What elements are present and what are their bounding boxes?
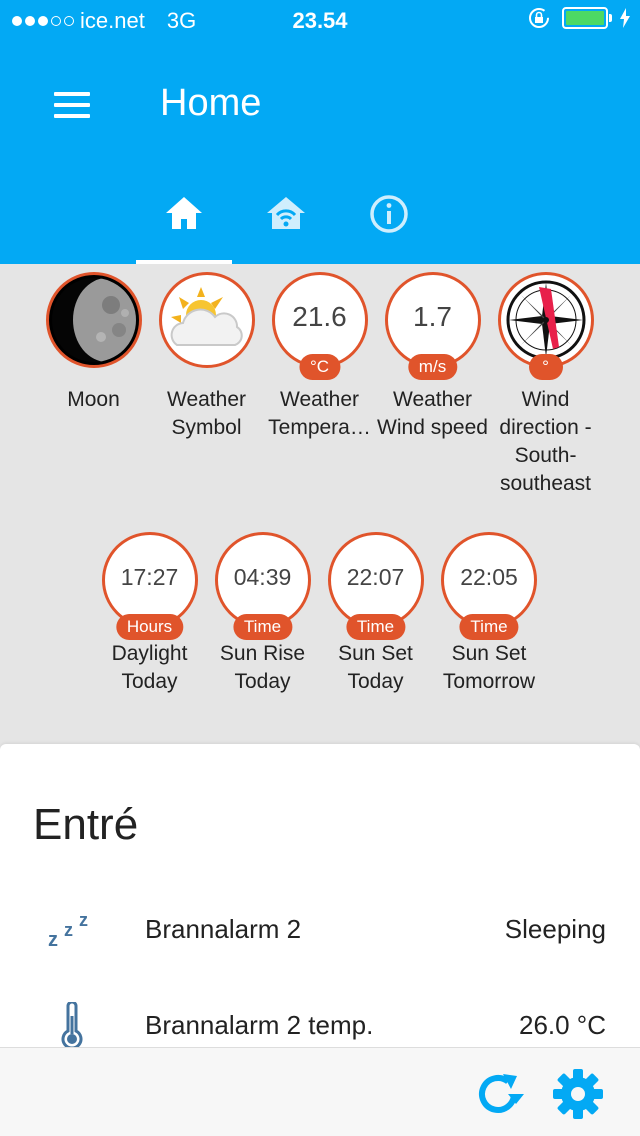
card-title: Entré (33, 800, 139, 849)
badge-unit: Time (232, 614, 293, 640)
group-card: Entré z z z Brannalarm 2 Sleeping Branna… (0, 744, 640, 1064)
rotation-lock-icon (529, 8, 549, 28)
cloud-sun-icon (170, 287, 243, 346)
tab-network[interactable] (238, 188, 334, 264)
moon-icon (51, 278, 136, 362)
tile-label: Sun Set Tomorrow (442, 642, 536, 693)
moon-badge (45, 272, 142, 368)
badge-unit: Time (345, 614, 406, 640)
charging-icon (620, 8, 630, 28)
tile-weather-symbol[interactable]: Weather Symbol (150, 272, 263, 442)
tab-info[interactable] (341, 188, 437, 264)
tile-label: Weather Wind speed (377, 388, 488, 439)
sun-set-tomorrow-badge: 22:05 Time (441, 532, 537, 640)
tile-label: Sun Rise Today (219, 642, 306, 693)
badge-unit: Time (459, 614, 519, 640)
tile-sun-set-tomorrow[interactable]: 22:05 Time Sun Set Tomorrow (432, 532, 546, 696)
refresh-button[interactable] (470, 1066, 526, 1122)
tile-sun-set-today[interactable]: 22:07 Time Sun Set Today (319, 532, 432, 696)
refresh-icon (479, 1074, 524, 1113)
entity-name: Brannalarm 2 temp. (145, 1010, 374, 1040)
badge-value: 1.7 (413, 301, 452, 332)
app-header: Home (0, 40, 640, 264)
bottom-toolbar (0, 1047, 640, 1136)
badge-value: 22:05 (460, 563, 518, 590)
badge-value: 22:07 (346, 563, 405, 590)
badge-unit: Hours (115, 614, 184, 640)
temperature-badge: 21.6 °C (271, 272, 368, 380)
badges-area: Moon Weather Symbol 21.6 °C Weather Temp… (0, 264, 640, 744)
tile-weather-temperature[interactable]: 21.6 °C Weather Tempera… (263, 272, 376, 442)
status-bar: ice.net 3G 23.54 (0, 0, 640, 40)
compass-icon (506, 280, 585, 360)
battery-icon (562, 7, 612, 29)
svg-text:z: z (79, 910, 88, 930)
wind-direction-badge: ° (497, 272, 594, 380)
tile-wind-speed[interactable]: 1.7 m/s Weather Wind speed (376, 272, 489, 442)
menu-icon[interactable] (54, 92, 90, 118)
settings-button[interactable] (550, 1066, 606, 1122)
badge-value: 21.6 (292, 301, 347, 332)
tile-label: Weather Symbol (167, 388, 246, 439)
tile-label: Moon (67, 388, 120, 411)
badge-unit: °C (298, 354, 341, 380)
tile-label: Daylight Today (111, 642, 188, 693)
badge-value: 04:39 (233, 563, 292, 590)
tile-daylight-today[interactable]: 17:27 Hours Daylight Today (93, 532, 206, 696)
entity-row[interactable]: z z z Brannalarm 2 Sleeping (0, 896, 640, 956)
info-icon (370, 195, 408, 233)
tile-wind-direction[interactable]: ° Wind direction - South-southeast (489, 272, 602, 498)
svg-text:z: z (48, 929, 58, 950)
home-icon (166, 197, 202, 229)
tab-bar (0, 188, 640, 264)
wind-speed-badge: 1.7 m/s (384, 272, 481, 380)
gear-icon (553, 1069, 603, 1119)
entity-state: 26.0 °C (518, 1010, 606, 1040)
thermometer-icon (61, 1002, 83, 1050)
badge-value: 17:27 (120, 563, 179, 590)
tile-label: Weather Tempera… (268, 388, 371, 439)
entity-name: Brannalarm 2 (145, 914, 302, 944)
sun-rise-badge: 04:39 Time (214, 532, 311, 640)
tile-label: Wind direction - South-southeast (499, 388, 592, 495)
entity-state: Sleeping (504, 914, 606, 944)
entity-row[interactable]: Brannalarm 2 temp. 26.0 °C (0, 992, 640, 1052)
weather-symbol-badge (158, 272, 255, 368)
svg-text:z: z (64, 920, 73, 940)
tile-label: Sun Set Today (338, 642, 413, 693)
tile-sun-rise-today[interactable]: 04:39 Time Sun Rise Today (206, 532, 319, 696)
badge-unit: ° (528, 354, 563, 380)
daylight-badge: 17:27 Hours (101, 532, 198, 640)
badge-unit: m/s (407, 354, 458, 380)
tile-moon[interactable]: Moon (37, 272, 150, 414)
tab-home[interactable] (136, 188, 232, 264)
page-title: Home (160, 82, 262, 124)
sun-set-badge: 22:07 Time (327, 532, 424, 640)
router-icon (267, 197, 305, 229)
sleep-icon: z z z (48, 910, 88, 950)
